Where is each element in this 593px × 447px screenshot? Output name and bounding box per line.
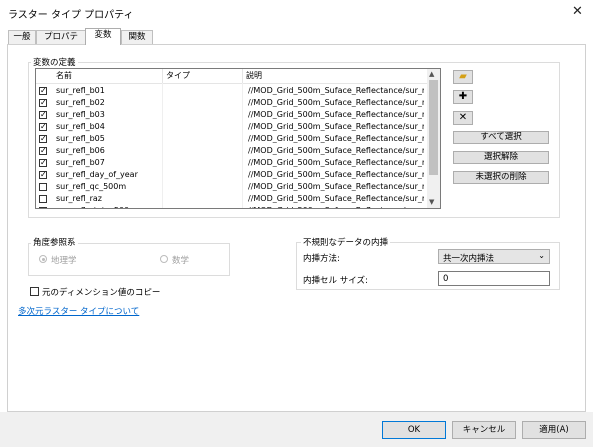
row-name: sur_refl_b03 <box>56 110 105 119</box>
row-name: sur_refl_qc_500m <box>56 182 127 191</box>
row-name: sur_refl_day_of_year <box>56 170 138 179</box>
close-icon[interactable]: ✕ <box>572 4 583 19</box>
table-row[interactable]: sur_refl_raz //MOD_Grid_500m_Suface_Refle… <box>36 193 427 205</box>
row-checkbox[interactable] <box>39 183 47 191</box>
table-row[interactable]: sur_refl_state_500m //MOD_Grid_500m_Sufac… <box>36 205 427 208</box>
cell-size-value: 0 <box>443 274 449 284</box>
row-name: sur_refl_b01 <box>56 86 105 95</box>
column-header-type[interactable]: タイプ <box>166 70 190 81</box>
add-icon: ✚ <box>458 91 468 102</box>
table-row[interactable]: ✓ sur_refl_b05 //MOD_Grid_500m_Suface_Refl… <box>36 133 427 145</box>
row-description: //MOD_Grid_500m_Suface_Reflectance/sur_r… <box>248 206 424 208</box>
tab-variables[interactable]: 変数 <box>85 28 121 45</box>
radio-mathematical[interactable] <box>160 255 168 263</box>
row-description: //MOD_Grid_500m_Suface_Reflectance/sur_r… <box>248 194 424 203</box>
cell-size-label: 内挿セル サイズ: <box>303 276 368 286</box>
help-link[interactable]: 多次元ラスター タイプについて <box>18 305 139 317</box>
column-header-name[interactable]: 名前 <box>56 70 72 81</box>
row-description: //MOD_Grid_500m_Suface_Reflectance/sur_r… <box>248 110 424 119</box>
ok-button[interactable]: OK <box>382 421 446 439</box>
apply-button[interactable]: 適用(A) <box>522 421 586 439</box>
row-description: //MOD_Grid_500m_Suface_Reflectance/sur_r… <box>248 170 424 179</box>
method-label: 内挿方法: <box>303 254 340 264</box>
table-row[interactable]: sur_refl_qc_500m //MOD_Grid_500m_Suface_R… <box>36 181 427 193</box>
row-name: sur_refl_b04 <box>56 122 105 131</box>
add-button[interactable]: ✚ <box>453 90 473 104</box>
copy-dimension-label: 元のディメンション値のコピー <box>42 288 161 298</box>
column-header-description[interactable]: 説明 <box>246 70 262 81</box>
row-name: sur_refl_b06 <box>56 146 105 155</box>
table-row[interactable]: ✓ sur_refl_b02 //MOD_Grid_500m_Suface_Refl… <box>36 97 427 109</box>
row-description: //MOD_Grid_500m_Suface_Reflectance/sur_r… <box>248 158 424 167</box>
row-checkbox[interactable] <box>39 195 47 203</box>
table-row[interactable]: ✓ sur_refl_b06 //MOD_Grid_500m_Suface_Refl… <box>36 145 427 157</box>
row-description: //MOD_Grid_500m_Suface_Reflectance/sur_r… <box>248 122 424 131</box>
row-name: sur_refl_raz <box>56 194 102 203</box>
row-description: //MOD_Grid_500m_Suface_Reflectance/sur_r… <box>248 134 424 143</box>
method-select[interactable]: 共一次内挿法 ⌄ <box>438 249 550 264</box>
select-all-button[interactable]: すべて選択 <box>453 131 549 144</box>
row-checkbox-checked[interactable]: ✓ <box>39 171 47 179</box>
open-folder-button[interactable]: ▰ <box>453 70 473 84</box>
open-folder-icon: ▰ <box>459 71 467 82</box>
row-name: sur_refl_b07 <box>56 158 105 167</box>
table-row[interactable]: ✓ sur_refl_day_of_year //MOD_Grid_500m_Suf… <box>36 169 427 181</box>
remove-unselected-button[interactable]: 未選択の削除 <box>453 171 549 184</box>
row-checkbox[interactable] <box>39 207 47 208</box>
row-name: sur_refl_state_500m <box>56 206 137 208</box>
delete-button[interactable]: ✕ <box>453 111 473 125</box>
table-row[interactable]: ✓ sur_refl_b01 //MOD_Grid_500m_Suface_Refl… <box>36 85 427 97</box>
cell-size-input[interactable]: 0 <box>438 271 550 286</box>
column-divider <box>162 69 163 83</box>
vertical-scrollbar[interactable]: ▲ ▼ <box>427 69 440 208</box>
scrollbar-thumb[interactable] <box>429 80 438 175</box>
tab-general[interactable]: 一般 <box>8 30 36 44</box>
row-description: //MOD_Grid_500m_Suface_Reflectance/sur_r… <box>248 146 424 155</box>
copy-dimension-checkbox[interactable] <box>30 287 39 296</box>
row-description: //MOD_Grid_500m_Suface_Reflectance/sur_r… <box>248 98 424 107</box>
row-description: //MOD_Grid_500m_Suface_Reflectance/sur_r… <box>248 86 424 95</box>
row-checkbox-checked[interactable]: ✓ <box>39 99 47 107</box>
tab-properties[interactable]: プロパティ <box>36 30 86 55</box>
list-header: 名前 タイプ 説明 <box>36 69 427 84</box>
row-description: //MOD_Grid_500m_Suface_Reflectance/sur_r… <box>248 182 424 191</box>
row-checkbox-checked[interactable]: ✓ <box>39 135 47 143</box>
deselect-button[interactable]: 選択解除 <box>453 151 549 164</box>
radio-geographic-label: 地理学 <box>51 256 77 266</box>
row-checkbox-checked[interactable]: ✓ <box>39 147 47 155</box>
method-select-value: 共一次内挿法 <box>443 254 495 264</box>
scroll-up-icon[interactable]: ▲ <box>429 70 434 78</box>
column-divider <box>242 69 243 83</box>
window-title: ラスター タイプ プロパティ <box>8 10 134 21</box>
row-checkbox-checked[interactable]: ✓ <box>39 159 47 167</box>
table-row[interactable]: ✓ sur_refl_b03 //MOD_Grid_500m_Suface_Refl… <box>36 109 427 121</box>
cancel-button[interactable]: キャンセル <box>452 421 516 439</box>
radio-geographic[interactable] <box>39 255 47 263</box>
table-row[interactable]: ✓ sur_refl_b04 //MOD_Grid_500m_Suface_Refl… <box>36 121 427 133</box>
row-name: sur_refl_b02 <box>56 98 105 107</box>
table-row[interactable]: ✓ sur_refl_b07 //MOD_Grid_500m_Suface_Refl… <box>36 157 427 169</box>
row-name: sur_refl_b05 <box>56 134 105 143</box>
radio-mathematical-label: 数学 <box>172 256 190 266</box>
row-checkbox-checked[interactable]: ✓ <box>39 111 47 119</box>
scroll-down-icon[interactable]: ▼ <box>429 198 434 206</box>
row-checkbox-checked[interactable]: ✓ <box>39 123 47 131</box>
interpolation-group-label: 不規則なデータの内挿 <box>301 236 391 248</box>
angle-reference-label: 角度参照系 <box>31 236 78 248</box>
variables-list: 名前 タイプ 説明 ✓ sur_refl_b01 //MOD_Grid_500m_S… <box>35 68 441 209</box>
chevron-down-icon: ⌄ <box>538 251 545 260</box>
variables-group-label: 変数の定義 <box>31 56 78 68</box>
tab-functions[interactable]: 関数 <box>121 30 153 44</box>
delete-icon: ✕ <box>458 112 468 123</box>
row-checkbox-checked[interactable]: ✓ <box>39 87 47 95</box>
